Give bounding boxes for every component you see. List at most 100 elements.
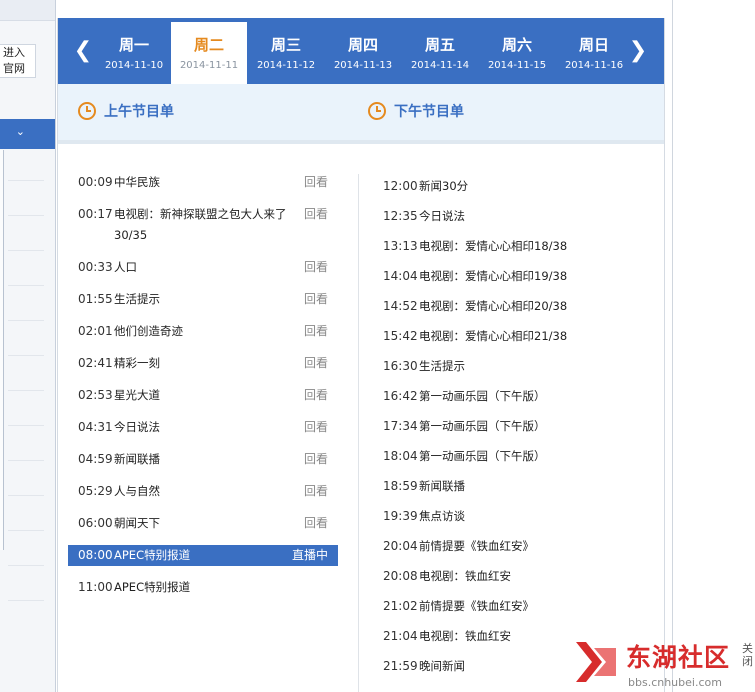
day-tab[interactable]: 周三 2014-11-12 [248, 22, 324, 84]
live-badge[interactable]: 直播中 [292, 545, 328, 566]
day-name: 周四 [347, 36, 378, 54]
program-title: 第一动画乐园（下午版） [419, 389, 546, 403]
watermark-close-button[interactable]: 关闭 [742, 642, 754, 668]
replay-link[interactable]: 回看 [304, 353, 328, 374]
day-name: 周一 [118, 36, 149, 54]
program-title: 生活提示 [114, 292, 160, 306]
sidebar-divider [8, 460, 44, 461]
program-time: 21:59 [383, 659, 418, 673]
site-watermark: 东湖社区 bbs.cnhubei.com 关闭 [572, 632, 755, 692]
left-sidebar: 进入官网 ⌄ [0, 0, 56, 692]
clock-icon [78, 102, 96, 120]
day-tab[interactable]: 周日 2014-11-16 [556, 22, 632, 84]
program-row: 06:00朝闻天下 回看 [68, 513, 338, 534]
program-title: 焦点访谈 [419, 509, 465, 523]
sidebar-divider [8, 600, 44, 601]
replay-link[interactable]: 回看 [304, 481, 328, 502]
program-time: 15:42 [383, 329, 418, 343]
program-title: 他们创造奇迹 [114, 324, 183, 338]
schedule-panel: ❮ 周一 2014-11-10 周二 2014-11-11 周三 2014-11… [57, 18, 665, 692]
day-date: 2014-11-13 [333, 60, 393, 71]
program-row: 00:09中华民族 回看 [68, 172, 338, 193]
program-row: 13:13电视剧：爱情心心相印18/38 [377, 234, 637, 264]
sidebar-divider [8, 250, 44, 251]
replay-link[interactable]: 回看 [304, 257, 328, 278]
day-date: 2014-11-12 [256, 60, 316, 71]
section-header-band: 上午节目单 下午节目单 [58, 84, 664, 144]
day-name: 周二 [193, 36, 224, 54]
program-time: 00:17 [78, 207, 113, 221]
sidebar-divider [8, 180, 44, 181]
program-title: 人与自然 [114, 484, 160, 498]
replay-link[interactable]: 回看 [304, 449, 328, 470]
program-row-live[interactable]: 08:00APEC特别报道 直播中 [68, 545, 338, 566]
day-tab[interactable]: 周一 2014-11-10 [96, 22, 172, 84]
program-time: 00:33 [78, 260, 113, 274]
program-row: 02:41精彩一刻 回看 [68, 353, 338, 374]
brand-url: bbs.cnhubei.com [628, 676, 722, 689]
program-row: 01:55生活提示 回看 [68, 289, 338, 310]
program-time: 04:59 [78, 452, 113, 466]
replay-link[interactable]: 回看 [304, 289, 328, 310]
sidebar-dropdown[interactable]: ⌄ [0, 119, 55, 149]
program-title: 新闻联播 [419, 479, 465, 493]
replay-link[interactable]: 回看 [304, 385, 328, 406]
day-name: 周三 [270, 36, 301, 54]
program-title: 第一动画乐园（下午版） [419, 419, 546, 433]
program-time: 13:13 [383, 239, 418, 253]
program-row: 02:53星光大道 回看 [68, 385, 338, 406]
program-title: 人口 [114, 260, 137, 274]
program-time: 08:00 [78, 548, 113, 562]
afternoon-program-list: 12:00新闻30分 12:35今日说法 13:13电视剧：爱情心心相印18/3… [377, 174, 637, 684]
official-site-link[interactable]: 进入官网 [0, 44, 36, 78]
program-time: 02:41 [78, 356, 113, 370]
day-tab[interactable]: 周四 2014-11-13 [325, 22, 401, 84]
program-row: 20:08电视剧：铁血红安 [377, 564, 637, 594]
program-time: 05:29 [78, 484, 113, 498]
program-title: 生活提示 [419, 359, 465, 373]
program-title: APEC特别报道 [114, 580, 191, 594]
program-time: 14:52 [383, 299, 418, 313]
program-time: 16:42 [383, 389, 418, 403]
day-tab[interactable]: 周六 2014-11-15 [479, 22, 555, 84]
day-date: 2014-11-14 [410, 60, 470, 71]
replay-link[interactable]: 回看 [304, 513, 328, 534]
program-time: 01:55 [78, 292, 113, 306]
program-title: 精彩一刻 [114, 356, 160, 370]
program-time: 02:01 [78, 324, 113, 338]
replay-link[interactable]: 回看 [304, 172, 328, 193]
program-row: 20:04前情提要《铁血红安》 [377, 534, 637, 564]
replay-link[interactable]: 回看 [304, 417, 328, 438]
replay-link[interactable]: 回看 [304, 204, 328, 225]
program-time: 00:09 [78, 175, 113, 189]
day-tab[interactable]: 周五 2014-11-14 [402, 22, 478, 84]
afternoon-section-title: 下午节目单 [368, 102, 464, 122]
sidebar-divider [8, 215, 44, 216]
program-time: 20:04 [383, 539, 418, 553]
sidebar-divider [8, 495, 44, 496]
program-title: 新闻联播 [114, 452, 160, 466]
prev-week-arrow-icon[interactable]: ❮ [70, 34, 96, 68]
day-tab[interactable]: 周二 2014-11-11 [171, 22, 247, 84]
brand-logo-icon [576, 642, 616, 682]
replay-link[interactable]: 回看 [304, 321, 328, 342]
program-title: 电视剧：爱情心心相印20/38 [419, 299, 568, 313]
day-date: 2014-11-11 [179, 60, 239, 71]
next-week-arrow-icon[interactable]: ❯ [625, 34, 651, 68]
program-row: 14:04电视剧：爱情心心相印19/38 [377, 264, 637, 294]
day-tab-bar: ❮ 周一 2014-11-10 周二 2014-11-11 周三 2014-11… [58, 18, 664, 84]
program-row: 19:39焦点访谈 [377, 504, 637, 534]
program-time: 12:35 [383, 209, 418, 223]
program-row: 04:59新闻联播 回看 [68, 449, 338, 470]
sidebar-divider [8, 355, 44, 356]
program-row: 11:00APEC特别报道 [68, 577, 338, 598]
day-date: 2014-11-10 [104, 60, 164, 71]
afternoon-title-text: 下午节目单 [394, 104, 464, 120]
sidebar-frame [0, 150, 4, 550]
program-time: 18:59 [383, 479, 418, 493]
morning-program-list: 00:09中华民族 回看 00:17电视剧：新神探联盟之包大人来了30/35 回看 … [68, 172, 338, 609]
sidebar-top-strip [0, 0, 55, 21]
program-title: 第一动画乐园（下午版） [419, 449, 546, 463]
program-title: 中华民族 [114, 175, 160, 189]
program-row: 00:33人口 回看 [68, 257, 338, 278]
